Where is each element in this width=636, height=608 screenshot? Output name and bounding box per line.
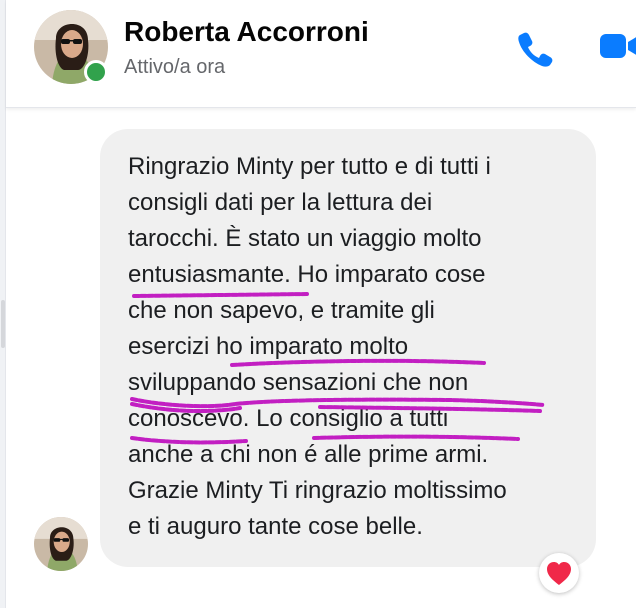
phone-icon <box>518 32 553 67</box>
chat-header: Roberta Accorroni Attivo/a ora <box>6 0 636 108</box>
resize-grip[interactable] <box>1 300 5 348</box>
message-line: consigli dati per la lettura dei <box>128 189 433 216</box>
sender-avatar[interactable] <box>34 517 88 571</box>
message-line: sviluppando sensazioni che non <box>128 369 469 396</box>
message-line: Grazie Minty Ti ringrazio moltissimo <box>128 477 507 504</box>
message-line: anche a chi non é alle prime armi. <box>128 441 489 468</box>
message-line: entusiasmante. Ho imparato cose <box>128 261 486 288</box>
message-line: tarocchi. È stato un viaggio molto <box>128 225 482 252</box>
message-line: conoscevo. Lo consiglio a tutti <box>128 405 449 432</box>
message-thread[interactable]: Ringrazio Minty per tutto e di tutti i c… <box>6 109 636 608</box>
message-line: Ringrazio Minty per tutto e di tutti i <box>128 153 491 180</box>
video-camera-icon <box>600 34 636 58</box>
message-line: esercizi ho imparato molto <box>128 333 409 360</box>
message-line: che non sapevo, e tramite gli <box>128 297 435 324</box>
message-reaction[interactable] <box>539 553 579 593</box>
video-call-button[interactable] <box>594 24 636 68</box>
contact-name[interactable]: Roberta Accorroni <box>124 16 369 48</box>
audio-call-button[interactable] <box>512 24 556 68</box>
message-bubble[interactable]: Ringrazio Minty per tutto e di tutti i c… <box>100 129 596 567</box>
online-status-dot <box>84 60 108 84</box>
contact-status: Attivo/a ora <box>124 56 226 78</box>
heart-icon <box>547 562 571 585</box>
message-line: e ti auguro tante cose belle. <box>128 513 423 540</box>
